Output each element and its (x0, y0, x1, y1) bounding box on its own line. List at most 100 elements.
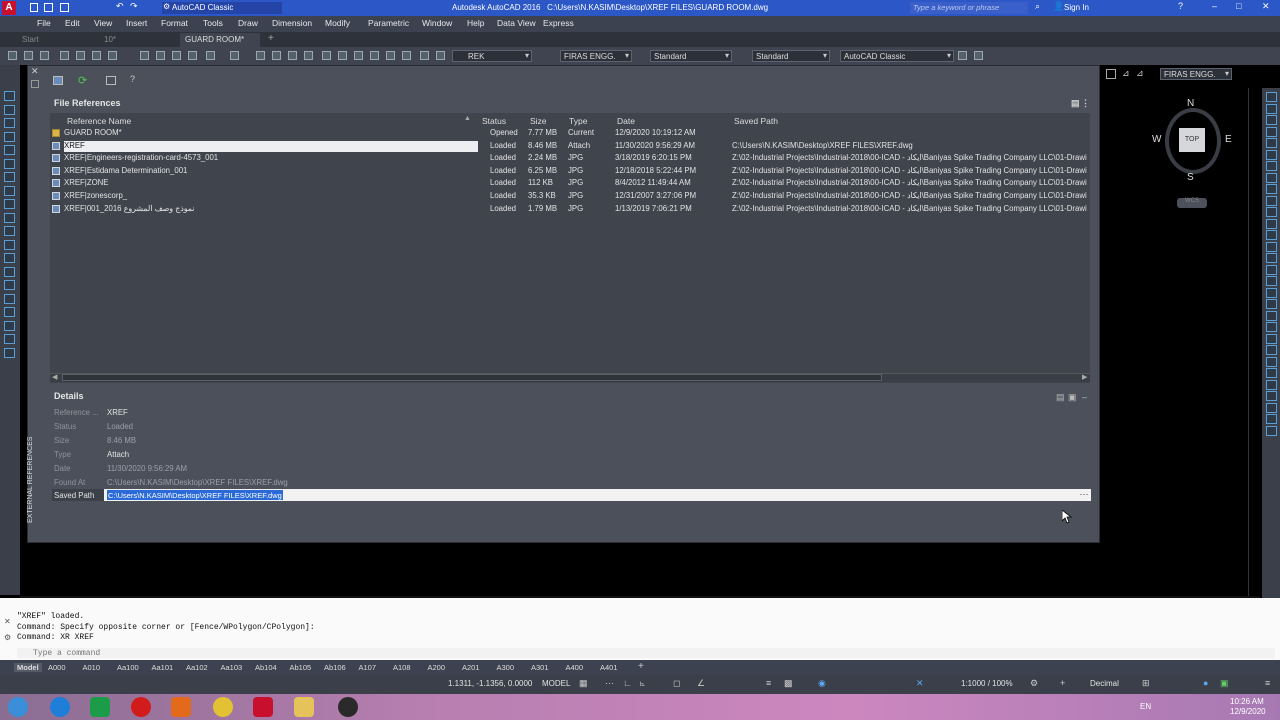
sign-in-link[interactable]: Sign In (1064, 3, 1089, 12)
match-prop-icon[interactable] (172, 51, 181, 60)
copy-icon[interactable] (140, 51, 149, 60)
tab-layout[interactable]: Aa101 (152, 663, 174, 672)
ellipse-arc-icon[interactable] (4, 226, 15, 236)
ie-icon[interactable] (50, 697, 70, 717)
properties-icon[interactable] (322, 51, 331, 60)
tab-layout[interactable]: A301 (531, 663, 549, 672)
col-date[interactable]: Date (617, 116, 635, 126)
tab-layout[interactable]: Aa100 (117, 663, 139, 672)
add-selected-icon[interactable] (4, 347, 15, 358)
help-search-input[interactable]: Type a keyword or phrase (910, 2, 1028, 14)
save-icon[interactable] (40, 51, 49, 60)
tree-view-icon[interactable]: ⋮ (1081, 98, 1090, 109)
hatch-icon[interactable] (4, 280, 15, 290)
table-row[interactable]: XREF|Estidama Determination_001 Loaded 6.2… (50, 165, 1090, 178)
menu-express[interactable]: Express (543, 18, 574, 28)
tab-guard-room[interactable]: GUARD ROOM* (180, 33, 260, 47)
close-button[interactable]: ✕ (1262, 1, 1270, 12)
tool-palettes-icon[interactable] (354, 51, 363, 60)
grid-icon[interactable]: ▦ (579, 678, 588, 689)
menu-edit[interactable]: Edit (65, 18, 80, 28)
add-layout-icon[interactable]: + (638, 661, 644, 672)
arc-icon[interactable] (4, 158, 15, 169)
menu-data-view[interactable]: Data View (497, 18, 536, 28)
workspace-gear-icon[interactable]: ⚙ (1030, 678, 1038, 689)
line-icon[interactable] (4, 91, 15, 101)
ellipse-icon[interactable] (4, 212, 15, 223)
modify-tool-7-icon[interactable] (1266, 161, 1277, 171)
language-indicator[interactable]: EN (1140, 702, 1151, 711)
help-icon[interactable]: ? (1178, 1, 1183, 11)
table-row[interactable]: XREF|zonescorp_ Loaded 35.3 KB JPG 12/31/200… (50, 190, 1090, 203)
modify-tool-17-icon[interactable] (1266, 276, 1277, 286)
modify-tool-19-icon[interactable] (1266, 299, 1277, 309)
table-row[interactable]: XREF|001_2016 نموذج وصف المشروع Loaded 1.7… (50, 203, 1090, 216)
command-input[interactable] (17, 648, 1275, 658)
modify-tool-28-icon[interactable] (1266, 402, 1277, 413)
tab-10[interactable]: 10* (92, 34, 177, 46)
osnap-icon[interactable]: ◻ (673, 678, 680, 689)
modify-tool-26-icon[interactable] (1266, 379, 1277, 390)
ucs-origin-icon[interactable]: ⊿ (1136, 68, 1144, 79)
tab-layout[interactable]: A201 (462, 663, 480, 672)
scroll-left-icon[interactable]: ◀ (52, 373, 57, 381)
ortho-icon[interactable]: ∟ (623, 678, 632, 688)
paste-icon[interactable] (156, 51, 165, 60)
col-size[interactable]: Size (530, 116, 547, 126)
dim-style-right-dropdown[interactable]: FIRAS ENGG. (1160, 68, 1232, 80)
modify-tool-14-icon[interactable] (1266, 241, 1277, 252)
wcs-menu[interactable]: WCS (1177, 198, 1207, 208)
undo-icon[interactable] (206, 51, 215, 60)
lineweight-icon[interactable]: ≡ (766, 678, 771, 688)
modify-tool-9-icon[interactable] (1266, 184, 1277, 194)
menu-file[interactable]: File (37, 18, 51, 28)
menu-dimension[interactable]: Dimension (272, 18, 312, 28)
change-path-icon[interactable] (106, 76, 116, 85)
snap-icon[interactable]: ⋯ (605, 678, 614, 689)
tab-start[interactable]: Start (10, 34, 90, 46)
modify-tool-2-icon[interactable] (1266, 103, 1277, 114)
workspace-dropdown[interactable]: AutoCAD Classic (840, 50, 954, 62)
menu-draw[interactable]: Draw (238, 18, 258, 28)
circle-icon[interactable] (4, 172, 15, 182)
minimize-button[interactable]: – (1212, 1, 1217, 11)
hardware-accel-icon[interactable]: ▣ (1220, 678, 1229, 689)
clean-screen-icon[interactable]: ≡ (1265, 678, 1270, 688)
details-view-icon[interactable]: ▤ (1056, 392, 1065, 403)
layer-properties-icon[interactable] (436, 51, 445, 60)
point-icon[interactable] (4, 266, 15, 277)
modify-tool-18-icon[interactable] (1266, 287, 1277, 298)
tab-model[interactable]: Model (14, 663, 42, 672)
modify-tool-4-icon[interactable] (1266, 126, 1277, 137)
ucs-world-icon[interactable]: ⊿ (1122, 68, 1130, 79)
gear-icon[interactable] (958, 51, 967, 60)
design-center-icon[interactable] (338, 51, 347, 60)
viewcube[interactable]: TOP N S E W WCS (1152, 98, 1232, 208)
polar-icon[interactable]: ⦜ (640, 678, 645, 689)
make-block-icon[interactable] (4, 253, 15, 263)
table-row[interactable]: XREF Loaded 8.46 MB Attach 11/30/2020 9:56:2… (50, 140, 1090, 153)
tab-layout[interactable]: A200 (428, 663, 446, 672)
search-icon[interactable]: ⌕ (1035, 1, 1040, 12)
annotation-monitor-icon[interactable]: + (1060, 678, 1065, 688)
dim-style-dropdown[interactable]: FIRAS ENGG. (560, 50, 632, 62)
menu-help[interactable]: Help (467, 18, 484, 28)
modify-tool-1-icon[interactable] (1266, 92, 1277, 102)
table-icon[interactable] (4, 320, 15, 331)
file-explorer-icon[interactable] (294, 697, 314, 717)
selection-cycling-icon[interactable]: ◉ (818, 678, 826, 689)
help-icon[interactable]: ? (130, 74, 135, 84)
text-style-dropdown[interactable]: Standard (650, 50, 732, 62)
viewcube-top-face[interactable]: TOP (1179, 128, 1205, 152)
menu-tools[interactable]: Tools (203, 18, 223, 28)
modify-tool-29-icon[interactable] (1266, 414, 1277, 424)
collapse-details-icon[interactable]: – (1082, 392, 1087, 402)
zoom-previous-icon[interactable] (304, 51, 313, 60)
col-saved-path[interactable]: Saved Path (734, 116, 778, 126)
modify-tool-13-icon[interactable] (1266, 230, 1277, 240)
menu-window[interactable]: Window (422, 18, 452, 28)
compass-east[interactable]: E (1225, 134, 1232, 145)
polygon-icon[interactable] (4, 131, 15, 142)
table-style-dropdown[interactable]: Standard (752, 50, 830, 62)
clock-date[interactable]: 12/9/2020 (1230, 707, 1266, 716)
